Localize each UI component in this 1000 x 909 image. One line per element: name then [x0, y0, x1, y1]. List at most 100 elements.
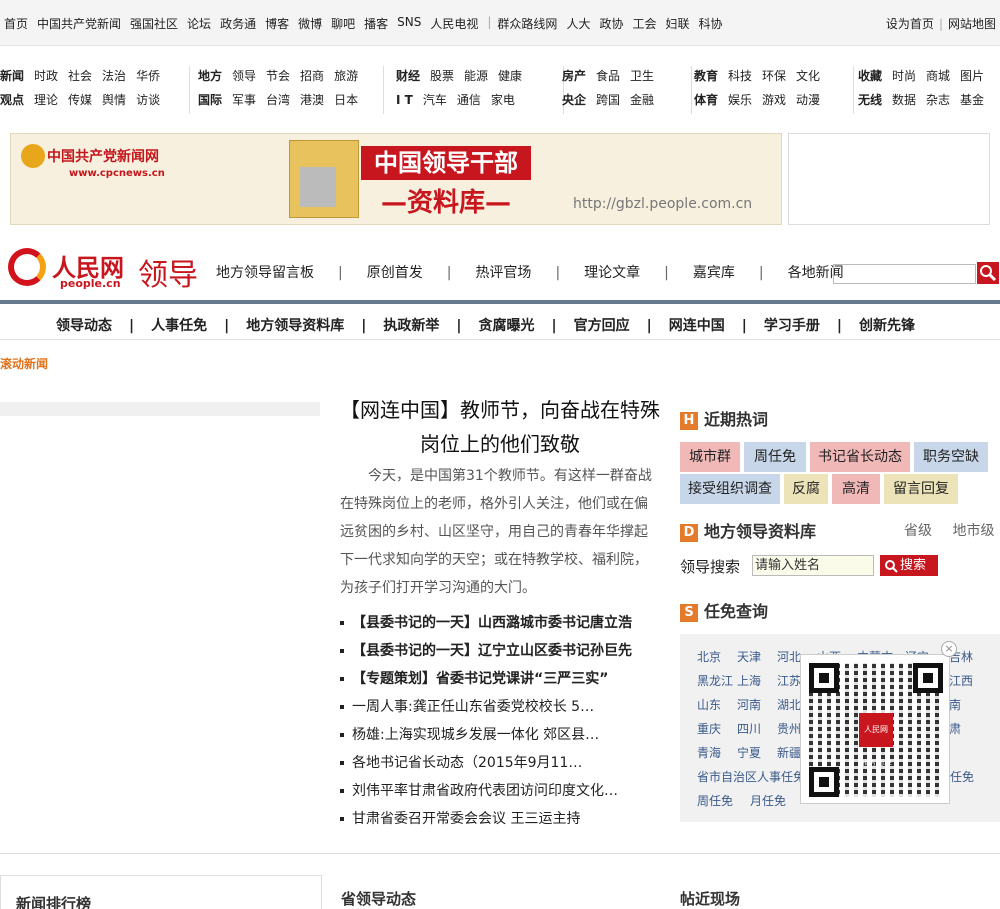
- channel-link[interactable]: 杂志: [926, 93, 950, 107]
- channel-link[interactable]: 能源: [464, 69, 488, 83]
- city-link[interactable]: 江西: [949, 672, 973, 689]
- search-input[interactable]: [833, 264, 976, 284]
- main-nav-item[interactable]: 领导动态: [56, 318, 112, 334]
- news-rank-title[interactable]: 新闻排行榜: [16, 893, 91, 909]
- top-link[interactable]: 人大: [566, 15, 590, 32]
- channel-link[interactable]: 商城: [926, 69, 950, 83]
- hot-word-tag[interactable]: 留言回复: [884, 474, 958, 504]
- channel-link[interactable]: 节会: [266, 69, 290, 83]
- channel-link[interactable]: 华侨: [136, 69, 160, 83]
- channel-link[interactable]: 家电: [491, 93, 515, 107]
- top-link[interactable]: 群众路线网: [497, 15, 557, 32]
- tab-provincial[interactable]: 省级: [904, 523, 932, 539]
- tab-city[interactable]: 地市级: [952, 523, 994, 539]
- channel-link[interactable]: 跨国: [596, 93, 620, 107]
- main-nav-item[interactable]: 学习手册: [764, 318, 820, 334]
- hot-word-tag[interactable]: 接受组织调查: [680, 474, 780, 504]
- main-nav-item[interactable]: 地方领导资料库: [246, 318, 344, 334]
- channel-link[interactable]: 舆情: [102, 93, 126, 107]
- channel-link[interactable]: 港澳: [300, 93, 324, 107]
- channel-link[interactable]: 图片: [960, 69, 984, 83]
- on-site-title[interactable]: 帖近现场: [680, 888, 740, 909]
- top-link[interactable]: 播客: [364, 15, 388, 32]
- channel-link[interactable]: 新闻: [0, 69, 24, 83]
- article-headline[interactable]: 【网连中国】教师节，向奋战在特殊岗位上的他们致敬: [340, 393, 660, 461]
- channel-link[interactable]: 环保: [762, 69, 786, 83]
- search-button[interactable]: [977, 262, 999, 284]
- channel-link[interactable]: 房产: [562, 69, 586, 83]
- subnav-link[interactable]: 嘉宾库: [693, 265, 735, 281]
- channel-link[interactable]: 汽车: [423, 93, 447, 107]
- channel-link[interactable]: 国际: [198, 93, 222, 107]
- channel-link[interactable]: 健康: [498, 69, 522, 83]
- city-link[interactable]: 天津: [737, 648, 761, 665]
- leader-search-input[interactable]: 请输入姓名: [752, 555, 874, 576]
- channel-link[interactable]: 军事: [232, 93, 256, 107]
- channel-link[interactable]: 访谈: [136, 93, 160, 107]
- people-logo[interactable]: 人民网 people.cn: [8, 248, 126, 292]
- city-link[interactable]: 湖北: [777, 696, 801, 713]
- channel-link[interactable]: 社会: [68, 69, 92, 83]
- city-link[interactable]: 四川: [737, 720, 761, 737]
- top-link[interactable]: 论坛: [187, 15, 211, 32]
- channel-link[interactable]: 无线: [858, 93, 882, 107]
- news-item[interactable]: 【县委书记的一天】山西潞城市委书记唐立浩: [340, 610, 660, 638]
- channel-link[interactable]: 传媒: [68, 93, 92, 107]
- city-link[interactable]: 黑龙江: [697, 672, 733, 689]
- city-link[interactable]: 河南: [737, 696, 761, 713]
- city-link[interactable]: 青海: [697, 744, 721, 761]
- channel-link[interactable]: 时政: [34, 69, 58, 83]
- city-link[interactable]: 江苏: [777, 672, 801, 689]
- rolling-news-link[interactable]: 滚动新闻: [0, 355, 48, 372]
- city-link[interactable]: 肃: [949, 720, 961, 737]
- city-link[interactable]: 上海: [737, 672, 761, 689]
- top-link[interactable]: 政务通: [220, 15, 256, 32]
- channel-link[interactable]: 金融: [630, 93, 654, 107]
- site-map-link[interactable]: 网站地图: [948, 17, 996, 31]
- top-link[interactable]: SNS: [397, 15, 421, 32]
- news-item[interactable]: 杨雄:上海实现城乡发展一体化 郊区县…: [340, 722, 660, 750]
- set-homepage-link[interactable]: 设为首页: [886, 17, 934, 31]
- leader-search-button[interactable]: 搜索: [880, 555, 938, 576]
- news-item[interactable]: 【县委书记的一天】辽宁立山区委书记孙巨先: [340, 638, 660, 666]
- subnav-link[interactable]: 原创首发: [367, 265, 423, 281]
- channel-link[interactable]: 招商: [300, 69, 324, 83]
- channel-link[interactable]: 卫生: [630, 69, 654, 83]
- top-link[interactable]: 人民电视: [430, 15, 478, 32]
- city-link[interactable]: 南: [949, 696, 961, 713]
- top-link[interactable]: 聊吧: [331, 15, 355, 32]
- main-nav-item[interactable]: 网连中国: [669, 318, 725, 334]
- channel-link[interactable]: 股票: [430, 69, 454, 83]
- channel-link[interactable]: 游戏: [762, 93, 786, 107]
- channel-link[interactable]: I T: [396, 93, 413, 107]
- channel-link[interactable]: 基金: [960, 93, 984, 107]
- top-link[interactable]: 妇联: [665, 15, 689, 32]
- banner-ad[interactable]: 中国共产党新闻网 www.cpcnews.cn 中国领导干部 —资料库— htt…: [10, 133, 782, 225]
- channel-link[interactable]: 收藏: [858, 69, 882, 83]
- top-link[interactable]: 政协: [599, 15, 623, 32]
- channel-link[interactable]: 数据: [892, 93, 916, 107]
- channel-link[interactable]: 观点: [0, 93, 24, 107]
- hot-word-tag[interactable]: 周任免: [744, 442, 806, 472]
- top-link[interactable]: 首页: [4, 15, 28, 32]
- top-link[interactable]: 博客: [265, 15, 289, 32]
- channel-link[interactable]: 文化: [796, 69, 820, 83]
- channel-link[interactable]: 动漫: [796, 93, 820, 107]
- hot-word-tag[interactable]: 职务空缺: [914, 442, 988, 472]
- main-nav-item[interactable]: 执政新举: [383, 318, 439, 334]
- channel-link[interactable]: 领导: [232, 69, 256, 83]
- provincial-leaders-title[interactable]: 省领导动态: [341, 888, 416, 909]
- city-link[interactable]: 宁夏: [737, 744, 761, 761]
- city-link[interactable]: 新疆: [777, 744, 801, 761]
- hot-word-tag[interactable]: 城市群: [680, 442, 740, 472]
- hot-word-tag[interactable]: 高清: [832, 474, 880, 504]
- subnav-link[interactable]: 地方领导留言板: [216, 265, 314, 281]
- channel-link[interactable]: 财经: [396, 69, 420, 83]
- city-link-extra[interactable]: 省市自治区人事任免: [697, 768, 805, 785]
- channel-link[interactable]: 地方: [198, 69, 222, 83]
- news-item[interactable]: 一周人事:龚正任山东省委党校校长 5…: [340, 694, 660, 722]
- top-link[interactable]: 中国共产党新闻: [37, 15, 121, 32]
- monthly-appoint-link[interactable]: 月任免: [750, 792, 786, 809]
- news-item[interactable]: 刘伟平率甘肃省政府代表团访问印度文化…: [340, 778, 660, 806]
- top-link[interactable]: 微博: [298, 15, 322, 32]
